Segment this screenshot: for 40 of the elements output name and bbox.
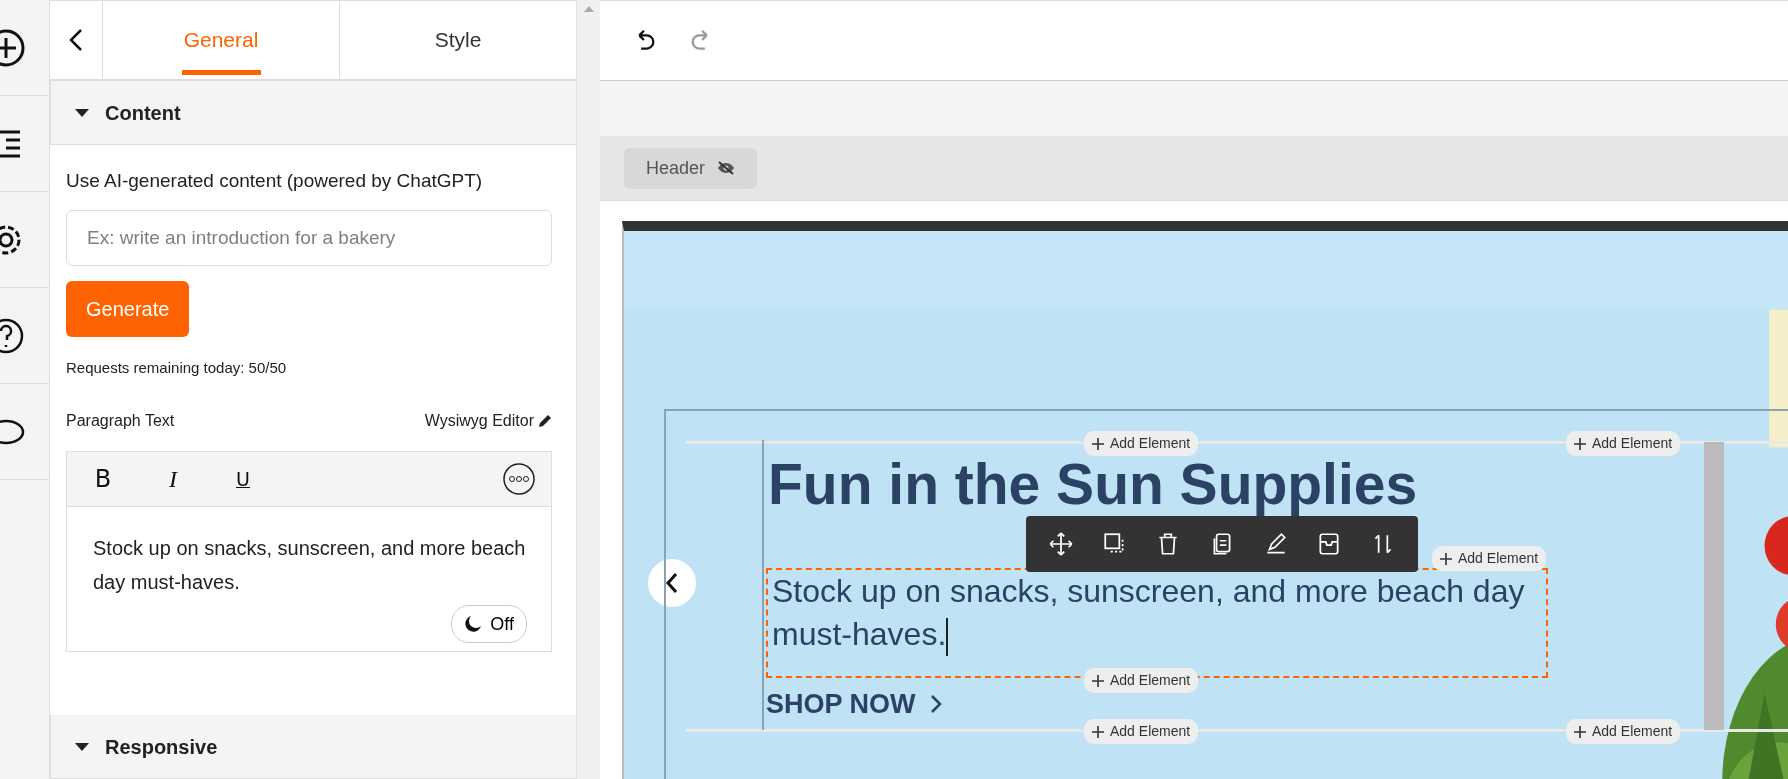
shop-now-link[interactable]: SHOP NOW	[766, 684, 942, 725]
chevron-left-icon	[665, 572, 679, 594]
add-element-button[interactable]: Add Element	[1566, 719, 1681, 744]
paragraph-text-label: Paragraph Text	[66, 411, 175, 431]
pencil-icon	[538, 414, 552, 428]
header-tag[interactable]: Header	[624, 147, 758, 189]
ai-content-label: Use AI-generated content (powered by ChatGPT)	[66, 169, 484, 193]
plus-icon	[1440, 552, 1452, 565]
more-icon	[503, 463, 535, 495]
move-button[interactable]	[1047, 531, 1074, 557]
section-header[interactable]: Content	[50, 81, 576, 145]
italic-button[interactable]: I	[153, 460, 193, 498]
section-title: Responsive	[105, 734, 218, 760]
add-element-button[interactable]: Add Element	[1084, 668, 1199, 693]
add-element-button[interactable]: Add Element	[1084, 431, 1199, 456]
bold-button[interactable]: B	[83, 460, 123, 498]
plus-icon	[1574, 437, 1586, 450]
paragraph-text[interactable]: Stock up on snacks, sunscreen, and more beach day must-haves.	[93, 531, 527, 599]
plus-icon	[1574, 725, 1586, 738]
more-options-button[interactable]	[503, 463, 535, 495]
moon-icon	[464, 615, 483, 633]
requests-remaining-text: Requests remaining today: 50/50	[66, 357, 288, 378]
move-icon	[1047, 531, 1074, 557]
header-label: Header	[646, 156, 706, 180]
underline-button[interactable]: U	[223, 463, 263, 495]
dark-mode-toggle[interactable]: Off	[451, 605, 527, 643]
plus-icon	[1092, 674, 1104, 687]
wysiwyg-editor-link[interactable]: Wysiwyg Editor	[424, 409, 552, 433]
add-element-button[interactable]: Add Element	[1432, 546, 1547, 571]
back-icon	[69, 28, 83, 52]
hidden-eye-icon	[717, 161, 736, 175]
add-element-button[interactable]: Add Element	[1566, 431, 1681, 456]
section-header[interactable]: Responsive	[50, 715, 576, 779]
plus-icon	[1092, 725, 1104, 738]
plus-icon	[1092, 437, 1104, 450]
add-element-button[interactable]: Add Element	[1084, 719, 1199, 744]
text-cursor	[946, 617, 949, 656]
chevron-right-icon	[929, 694, 942, 715]
prompt-input-field[interactable]: Ex: write an introduction for a bakery	[66, 209, 552, 266]
section-title: Content	[105, 100, 181, 126]
